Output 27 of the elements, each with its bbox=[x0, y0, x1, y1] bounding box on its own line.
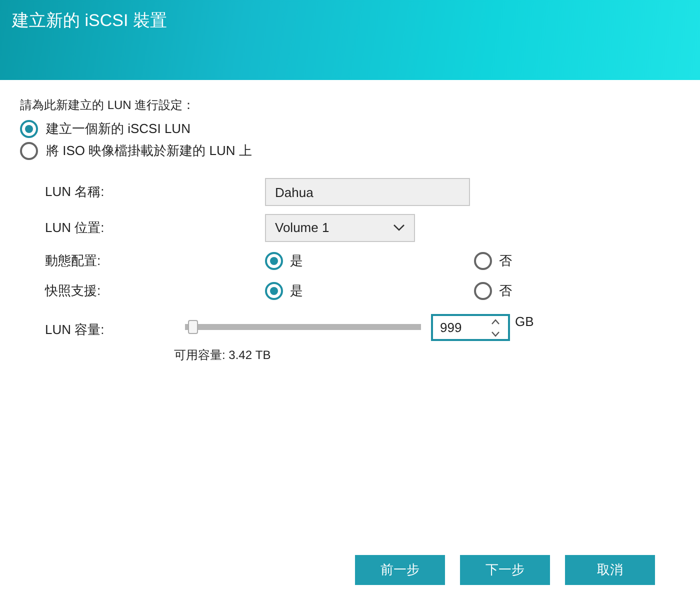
window-title: 建立新的 iSCSI 裝置 bbox=[12, 10, 167, 32]
unit-label: GB bbox=[515, 313, 534, 331]
field-label: 動態配置: bbox=[45, 252, 102, 270]
capacity-spinbox[interactable]: 999 bbox=[431, 314, 510, 341]
radio-button[interactable] bbox=[20, 120, 38, 138]
option-label: 將 ISO 映像檔掛載於新建的 LUN 上 bbox=[46, 142, 252, 160]
location-dropdown[interactable]: Volume 1 bbox=[265, 214, 415, 242]
field-label: LUN 容量: bbox=[45, 321, 106, 339]
radio-button[interactable] bbox=[474, 252, 492, 270]
spin-arrows-icon bbox=[491, 318, 500, 338]
radio-button[interactable] bbox=[265, 282, 283, 300]
field-label: LUN 名稱: bbox=[45, 183, 106, 202]
option-label: 否 bbox=[499, 252, 512, 270]
option-label: 否 bbox=[499, 282, 512, 300]
option-label: 是 bbox=[290, 282, 303, 300]
radio-button[interactable] bbox=[474, 282, 492, 300]
option-label: 是 bbox=[290, 252, 303, 270]
chevron-down-icon bbox=[393, 224, 405, 232]
option-label: 建立一個新的 iSCSI LUN bbox=[46, 120, 190, 138]
field-label: LUN 位置: bbox=[45, 219, 106, 238]
slider-thumb[interactable] bbox=[188, 320, 198, 334]
intro-text: 請為此新建立的 LUN 進行設定： bbox=[20, 97, 196, 114]
available-capacity-text: 可用容量: 3.42 TB bbox=[173, 347, 272, 364]
radio-button[interactable] bbox=[20, 142, 38, 160]
name-field[interactable]: Dahua bbox=[265, 178, 470, 206]
radio-button[interactable] bbox=[265, 252, 283, 270]
field-label: 快照支援: bbox=[45, 282, 102, 300]
